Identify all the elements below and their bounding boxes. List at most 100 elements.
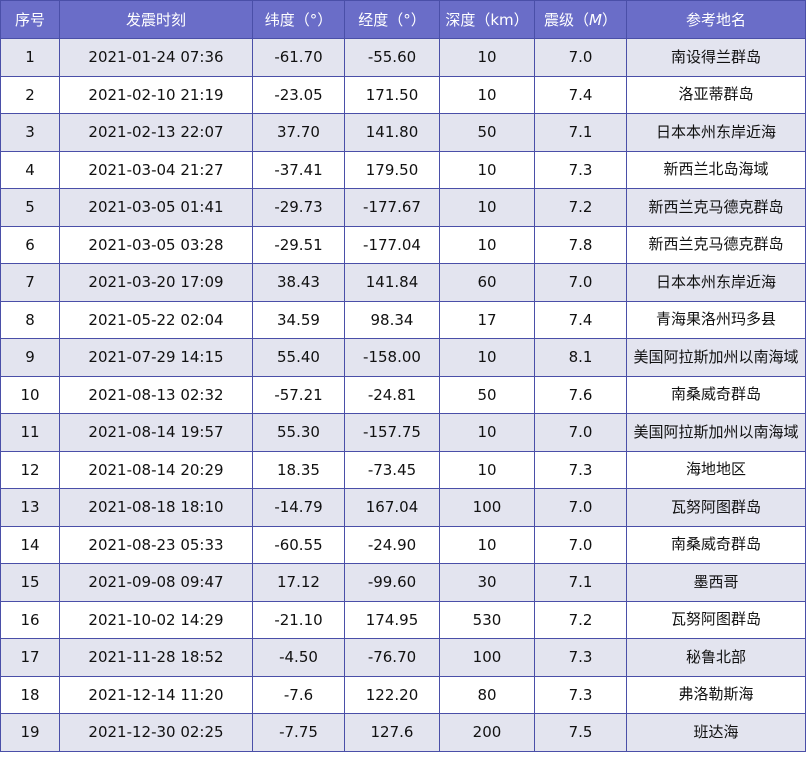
cell-longitude: -73.45 [344,450,440,489]
cell-depth: 10 [439,338,535,377]
cell-longitude: -177.67 [344,188,440,227]
cell-time: 2021-02-10 21:19 [59,75,253,114]
cell-depth: 100 [439,638,535,677]
table-row: 15 2021-09-08 09:47 17.12 -99.60 30 7.1 墨西哥 [0,563,806,602]
cell-place: 美国阿拉斯加州以南海域 [626,338,806,377]
cell-place: 瓦努阿图群岛 [626,488,806,527]
cell-index: 5 [0,188,60,227]
cell-magnitude: 7.5 [534,713,627,752]
cell-longitude: -76.70 [344,638,440,677]
cell-longitude: 141.80 [344,113,440,152]
table-row: 10 2021-08-13 02:32 -57.21 -24.81 50 7.6 南桑威奇群… [0,375,806,414]
cell-index: 6 [0,225,60,264]
cell-depth: 10 [439,38,535,77]
cell-index: 1 [0,38,60,77]
cell-longitude: 127.6 [344,713,440,752]
table-row: 8 2021-05-22 02:04 34.59 98.34 17 7.4 青海果洛州玛多县 [0,300,806,339]
cell-place: 南桑威奇群岛 [626,375,806,414]
cell-place: 南桑威奇群岛 [626,525,806,564]
table-row: 1 2021-01-24 07:36 -61.70 -55.60 10 7.0 南设得兰群岛 [0,38,806,77]
table-row: 12 2021-08-14 20:29 18.35 -73.45 10 7.3 海地地区 [0,450,806,489]
table-row: 9 2021-07-29 14:15 55.40 -158.00 10 8.1 美国阿拉斯加… [0,338,806,377]
cell-depth: 10 [439,188,535,227]
cell-place: 墨西哥 [626,563,806,602]
cell-place: 洛亚蒂群岛 [626,75,806,114]
cell-longitude: 167.04 [344,488,440,527]
cell-depth: 10 [439,450,535,489]
table-row: 7 2021-03-20 17:09 38.43 141.84 60 7.0 日本本州东岸近… [0,263,806,302]
cell-index: 16 [0,600,60,639]
cell-latitude: -4.50 [252,638,345,677]
cell-magnitude: 8.1 [534,338,627,377]
cell-index: 10 [0,375,60,414]
cell-magnitude: 7.3 [534,638,627,677]
cell-index: 11 [0,413,60,452]
cell-magnitude: 7.2 [534,188,627,227]
cell-magnitude: 7.4 [534,300,627,339]
table-row: 11 2021-08-14 19:57 55.30 -157.75 10 7.0 美国阿拉斯… [0,413,806,452]
cell-longitude: 171.50 [344,75,440,114]
cell-time: 2021-08-13 02:32 [59,375,253,414]
cell-latitude: -14.79 [252,488,345,527]
cell-place: 日本本州东岸近海 [626,263,806,302]
cell-place: 日本本州东岸近海 [626,113,806,152]
table-row: 19 2021-12-30 02:25 -7.75 127.6 200 7.5 班达海 [0,713,806,752]
cell-longitude: -157.75 [344,413,440,452]
cell-place: 新西兰克马德克群岛 [626,225,806,264]
table-body: 1 2021-01-24 07:36 -61.70 -55.60 10 7.0 南设得兰群岛… [0,38,806,752]
cell-time: 2021-09-08 09:47 [59,563,253,602]
header-time: 发震时刻 [59,0,253,39]
cell-time: 2021-08-14 19:57 [59,413,253,452]
table-row: 4 2021-03-04 21:27 -37.41 179.50 10 7.3 新西兰北岛海… [0,150,806,189]
cell-index: 7 [0,263,60,302]
cell-magnitude: 7.6 [534,375,627,414]
cell-latitude: -60.55 [252,525,345,564]
cell-index: 14 [0,525,60,564]
cell-magnitude: 7.2 [534,600,627,639]
cell-longitude: 179.50 [344,150,440,189]
cell-latitude: 38.43 [252,263,345,302]
cell-depth: 10 [439,75,535,114]
cell-depth: 60 [439,263,535,302]
cell-longitude: -55.60 [344,38,440,77]
cell-place: 瓦努阿图群岛 [626,600,806,639]
cell-index: 4 [0,150,60,189]
cell-place: 秘鲁北部 [626,638,806,677]
cell-time: 2021-12-14 11:20 [59,675,253,714]
table-row: 14 2021-08-23 05:33 -60.55 -24.90 10 7.0 南桑威奇群… [0,525,806,564]
cell-magnitude: 7.1 [534,563,627,602]
cell-time: 2021-03-05 01:41 [59,188,253,227]
cell-latitude: 55.40 [252,338,345,377]
cell-latitude: -61.70 [252,38,345,77]
cell-depth: 30 [439,563,535,602]
cell-time: 2021-03-20 17:09 [59,263,253,302]
cell-longitude: -24.81 [344,375,440,414]
cell-latitude: -57.21 [252,375,345,414]
cell-index: 13 [0,488,60,527]
cell-place: 班达海 [626,713,806,752]
cell-time: 2021-02-13 22:07 [59,113,253,152]
cell-place: 新西兰克马德克群岛 [626,188,806,227]
cell-magnitude: 7.4 [534,75,627,114]
cell-latitude: -29.73 [252,188,345,227]
earthquake-table: 序号 发震时刻 纬度（°） 经度（°） 深度（km） 震级（M） 参考地名 12… [0,0,806,752]
header-magnitude: 震级（M） [534,0,627,39]
cell-depth: 80 [439,675,535,714]
cell-latitude: -7.6 [252,675,345,714]
cell-time: 2021-11-28 18:52 [59,638,253,677]
cell-longitude: -24.90 [344,525,440,564]
cell-latitude: -7.75 [252,713,345,752]
cell-index: 2 [0,75,60,114]
cell-time: 2021-08-18 18:10 [59,488,253,527]
cell-depth: 10 [439,150,535,189]
cell-depth: 10 [439,413,535,452]
cell-longitude: -158.00 [344,338,440,377]
header-place: 参考地名 [626,0,806,39]
table-header: 序号 发震时刻 纬度（°） 经度（°） 深度（km） 震级（M） 参考地名 [0,0,806,39]
cell-index: 17 [0,638,60,677]
cell-index: 15 [0,563,60,602]
cell-time: 2021-03-04 21:27 [59,150,253,189]
cell-time: 2021-03-05 03:28 [59,225,253,264]
cell-time: 2021-10-02 14:29 [59,600,253,639]
cell-latitude: 37.70 [252,113,345,152]
